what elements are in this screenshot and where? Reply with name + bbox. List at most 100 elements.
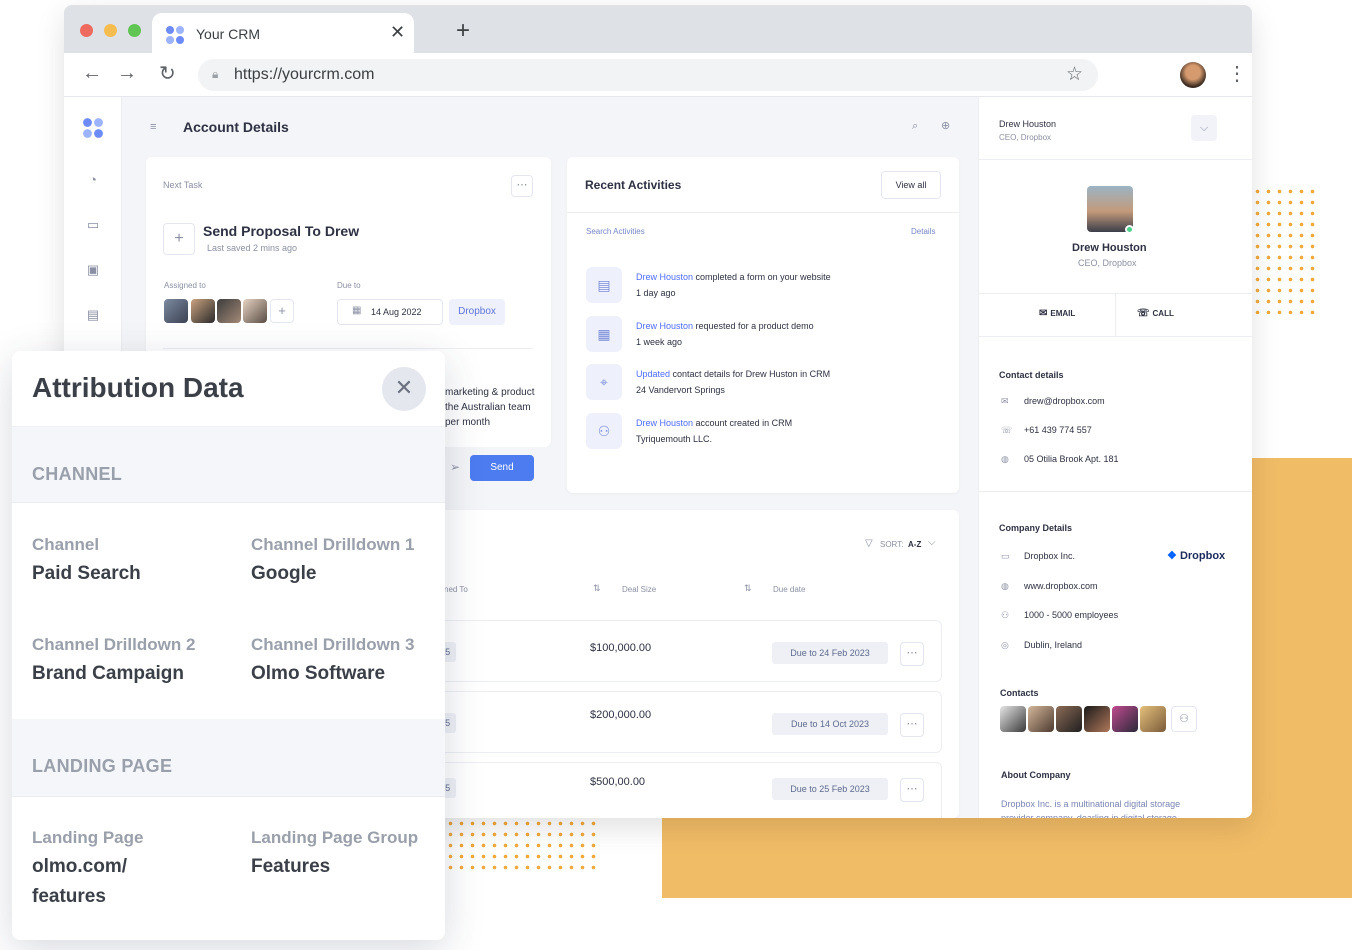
contact-avatar[interactable]	[1084, 706, 1110, 732]
profile-top-name: Drew Houston	[999, 119, 1057, 129]
contact-phone: +61 439 774 557	[1024, 425, 1092, 435]
filter-icon[interactable]: ▽	[865, 538, 873, 549]
activity-link[interactable]: Updated	[636, 369, 670, 379]
profile-divider	[979, 336, 1252, 337]
table-row[interactable]: +5 $500,00.00 Due to 25 Feb 2023 ⋯	[404, 762, 942, 818]
email-button-label: EMAIL	[1050, 309, 1076, 318]
drilldown-1-value: Google	[251, 563, 317, 584]
browser-tab[interactable]: Your CRM ✕	[152, 13, 414, 55]
contacts-title: Contacts	[1000, 688, 1039, 698]
inbox-icon[interactable]: ▤	[84, 306, 102, 324]
users-icon: ⚇	[1001, 610, 1010, 620]
row-options-button[interactable]: ⋯	[900, 778, 924, 802]
next-task-label: Next Task	[163, 180, 203, 190]
table-row[interactable]: +5 $100,000.00 Due to 24 Feb 2023 ⋯	[404, 620, 942, 682]
send-button[interactable]: Send	[470, 455, 534, 481]
new-tab-button[interactable]: +	[456, 17, 470, 45]
briefcase-icon[interactable]: ▭	[84, 216, 102, 234]
close-window-button[interactable]	[80, 24, 93, 37]
page-title: Account Details	[183, 119, 289, 135]
more-menu-icon[interactable]: ⋮	[1227, 61, 1247, 86]
sort-chevron-icon[interactable]: ⌵	[928, 537, 936, 548]
map-icon: ⌖	[586, 364, 622, 400]
globe-icon: ◍	[1001, 454, 1009, 464]
contact-avatar[interactable]	[1140, 706, 1166, 732]
due-date-field[interactable]: ▦ 14 Aug 2022	[337, 299, 443, 325]
add-task-button[interactable]: +	[163, 223, 195, 255]
maximize-window-button[interactable]	[128, 24, 141, 37]
task-options-button[interactable]: ⋯	[511, 175, 533, 197]
phone-icon: ☏	[1001, 425, 1013, 435]
drilldown-1-label: Channel Drilldown 1	[251, 535, 415, 554]
task-title: Send Proposal To Drew	[203, 223, 360, 239]
tab-title: Your CRM	[196, 26, 261, 42]
sort-arrows-icon[interactable]: ⇅	[593, 583, 601, 594]
profile-dropdown-button[interactable]: ⌵	[1191, 115, 1217, 141]
activity-link[interactable]: Drew Houston	[636, 418, 693, 428]
email-button[interactable]: ✉ EMAIL	[1039, 308, 1075, 319]
calendar-icon: ▦	[352, 305, 362, 316]
profile-role: CEO, Dropbox	[1078, 258, 1137, 268]
url-field[interactable]: 🔒︎ https://yourcrm.com ☆	[198, 59, 1098, 91]
search-icon[interactable]: ⌕	[912, 120, 918, 133]
email-row[interactable]: ✉ drew@dropbox.com	[1001, 396, 1105, 407]
bookmark-star-icon[interactable]: ☆	[1066, 63, 1083, 86]
contact-avatar[interactable]	[1056, 706, 1082, 732]
channel-label: Channel	[32, 535, 100, 554]
close-attribution-button[interactable]: ✕	[382, 367, 426, 411]
paper-plane-icon[interactable]: ➢	[450, 460, 460, 474]
contact-avatar[interactable]	[1028, 706, 1054, 732]
reload-icon[interactable]: ↻	[159, 61, 176, 86]
channel-heading: CHANNEL	[32, 464, 123, 484]
company-tag[interactable]: Dropbox	[449, 299, 505, 325]
due-date-badge: Due to 25 Feb 2023	[772, 778, 888, 800]
clipboard-icon[interactable]: ▣	[84, 261, 102, 279]
contact-email: drew@dropbox.com	[1024, 396, 1105, 406]
attribution-title: Attribution Data	[32, 372, 244, 403]
landing-page-value-cont: features	[32, 886, 106, 907]
sort-arrows-icon[interactable]: ⇅	[744, 583, 752, 594]
phone-row[interactable]: ☏ +61 439 774 557	[1001, 425, 1092, 436]
close-tab-icon[interactable]: ✕	[390, 22, 405, 43]
row-options-button[interactable]: ⋯	[900, 713, 924, 737]
table-row[interactable]: +5 $200,000.00 Due to 14 Oct 2023 ⋯	[404, 691, 942, 753]
add-assignee-button[interactable]: +	[270, 299, 294, 323]
url-text: https://yourcrm.com	[234, 66, 375, 83]
forward-arrow-icon[interactable]: →	[117, 62, 137, 85]
contact-avatar[interactable]	[1112, 706, 1138, 732]
assignee-avatar[interactable]	[191, 299, 215, 323]
activity-link[interactable]: Drew Houston	[636, 321, 693, 331]
add-contact-button[interactable]: ⚇	[1171, 706, 1197, 732]
app-logo-icon[interactable]	[82, 117, 104, 139]
location-row: ◎ Dublin, Ireland	[1001, 640, 1082, 651]
details-link[interactable]: Details	[911, 227, 935, 236]
minimize-window-button[interactable]	[104, 24, 117, 37]
user-avatar[interactable]	[1180, 62, 1206, 88]
drilldown-2-value: Brand Campaign	[32, 663, 185, 684]
row-options-button[interactable]: ⋯	[900, 642, 924, 666]
activity-desc: completed a form on your website	[693, 272, 831, 282]
website-row[interactable]: ◍ www.dropbox.com	[1001, 581, 1098, 592]
dashboard-icon[interactable]: ◔	[84, 171, 102, 189]
activity-desc: requested for a product demo	[693, 321, 814, 331]
menu-icon[interactable]: ≡	[150, 121, 156, 133]
add-circle-icon[interactable]: ⊕	[941, 119, 950, 132]
contact-avatar[interactable]	[1000, 706, 1026, 732]
sort-value[interactable]: A-Z	[908, 540, 921, 549]
crm-logo-icon	[166, 26, 184, 44]
dropbox-logo-text: Dropbox	[1179, 550, 1226, 562]
phone-icon: ☏	[1137, 308, 1150, 319]
view-all-button[interactable]: View all	[881, 171, 941, 199]
assignee-avatar[interactable]	[243, 299, 267, 323]
deal-amount: $200,000.00	[590, 709, 652, 721]
dropbox-icon: ❖	[1167, 550, 1177, 562]
assignee-avatar[interactable]	[164, 299, 188, 323]
landing-page-heading: LANDING PAGE	[32, 756, 173, 776]
last-saved-text: Last saved 2 mins ago	[207, 243, 298, 253]
call-button[interactable]: ☏ CALL	[1137, 308, 1174, 319]
company-employees: 1000 - 5000 employees	[1024, 610, 1119, 620]
column-assigned: ned To	[444, 585, 468, 594]
back-arrow-icon[interactable]: ←	[82, 62, 102, 85]
assignee-avatar[interactable]	[217, 299, 241, 323]
activity-link[interactable]: Drew Houston	[636, 272, 693, 282]
